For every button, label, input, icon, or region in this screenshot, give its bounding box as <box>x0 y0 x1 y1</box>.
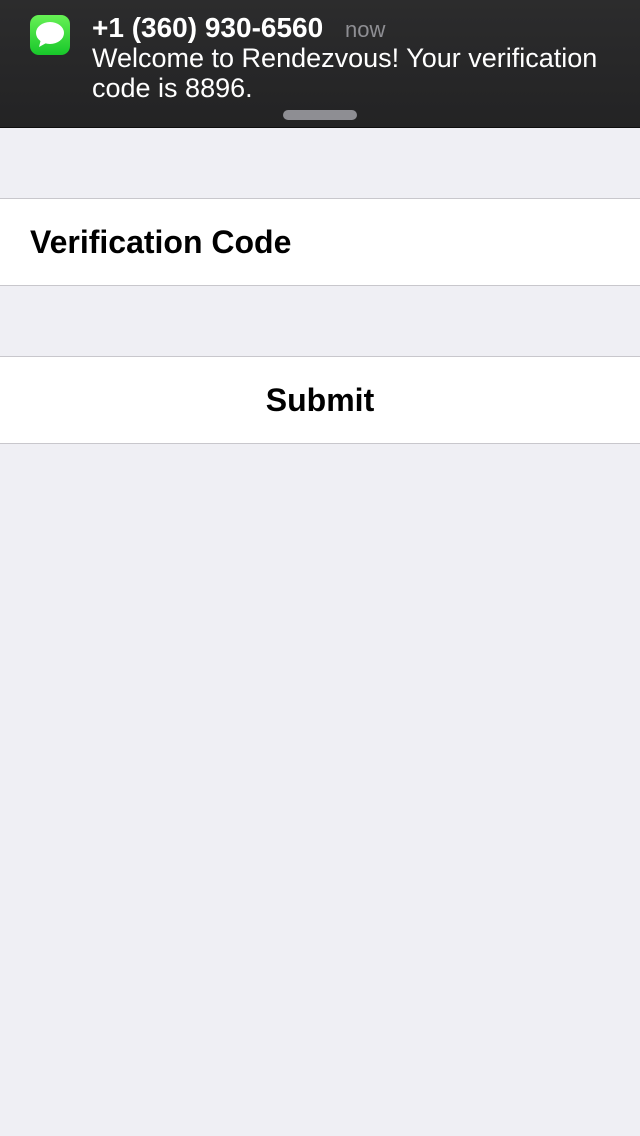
notification-grabber-handle[interactable] <box>283 110 357 120</box>
submit-button[interactable]: Submit <box>0 357 640 443</box>
messages-icon <box>30 15 70 55</box>
notification-banner[interactable]: +1 (360) 930-6560 now Welcome to Rendezv… <box>0 0 640 128</box>
submit-row: Submit <box>0 356 640 444</box>
verification-code-row <box>0 198 640 286</box>
verification-code-input[interactable] <box>30 199 610 285</box>
notification-message: Welcome to Rendezvous! Your verification… <box>92 43 598 103</box>
notification-sender: +1 (360) 930-6560 <box>92 12 324 43</box>
notification-time: now <box>345 17 386 42</box>
